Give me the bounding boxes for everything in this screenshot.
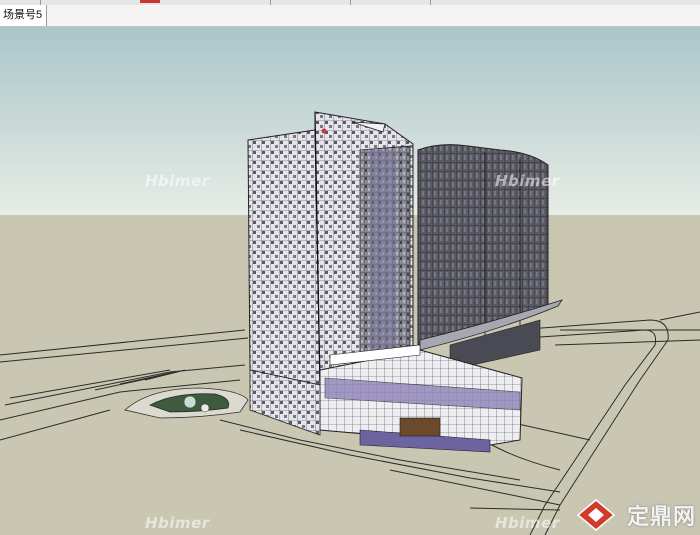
watermark-text: Hbimer <box>145 172 210 190</box>
scene-tab-bar: 场景号5 <box>0 5 700 27</box>
scene-tab[interactable]: 场景号5 <box>0 5 48 26</box>
brand-name: 定鼎网 <box>626 505 696 530</box>
brand-badge: 定鼎网 <box>627 499 696 531</box>
tower-main-left <box>247 111 414 386</box>
model-viewport[interactable]: Hbimer Hbimer Hbimer Hbimer 定鼎网 <box>0 27 700 535</box>
watermark-text: Hbimer <box>145 514 210 532</box>
watermark-text: Hbimer <box>495 172 560 190</box>
watermark-text: Hbimer <box>495 514 560 532</box>
toolbar-icon[interactable] <box>140 0 160 3</box>
